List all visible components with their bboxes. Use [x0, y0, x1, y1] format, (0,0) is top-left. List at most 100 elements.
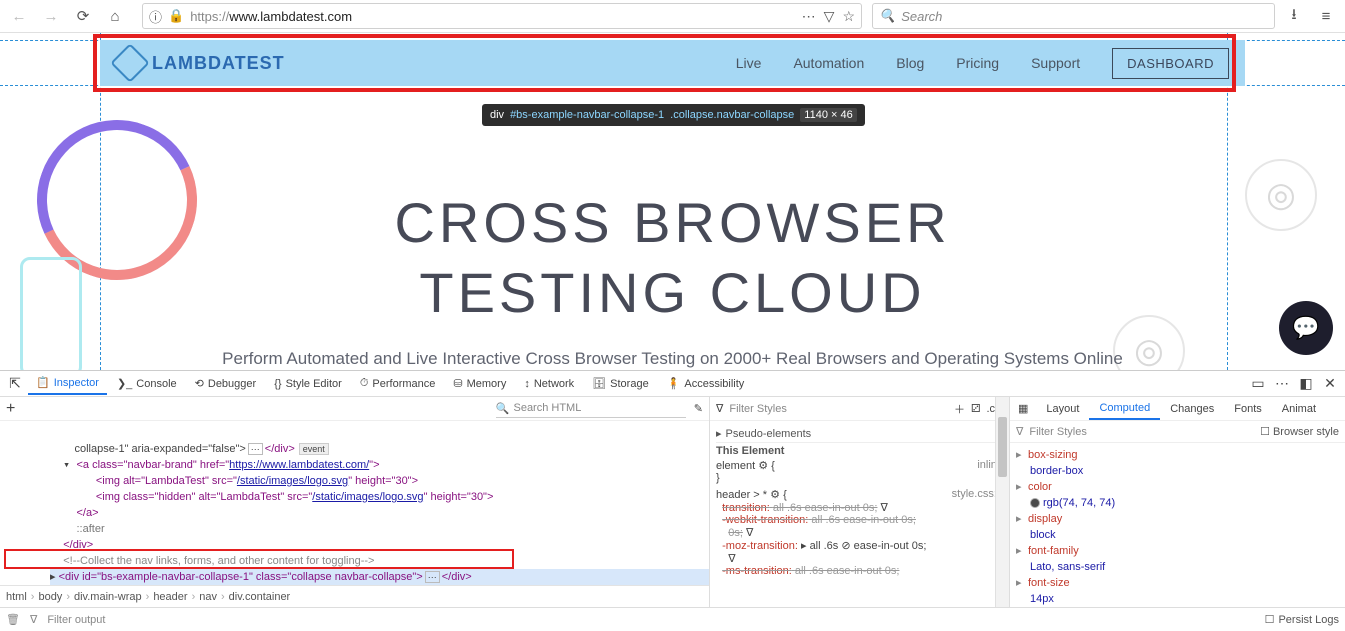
devtools-options-button[interactable]: ⋯: [1271, 375, 1293, 392]
computed-filter-input[interactable]: Filter Styles: [1029, 426, 1254, 438]
url-text: https://www.lambdatest.com: [190, 9, 795, 24]
computed-panel: ▦ Layout Computed Changes Fonts Animat ∇…: [1010, 397, 1345, 607]
filter-icon: ∇: [1016, 425, 1023, 438]
color-swatch-icon: [1030, 498, 1040, 508]
nav-link-support[interactable]: Support: [1031, 55, 1080, 71]
nav-link-pricing[interactable]: Pricing: [956, 55, 999, 71]
logo-text: LAMBDATEST: [152, 53, 285, 74]
hero-subtitle: Perform Automated and Live Interactive C…: [0, 349, 1345, 369]
tooltip-tag: div: [490, 109, 504, 121]
nav-link-blog[interactable]: Blog: [896, 55, 924, 71]
persist-logs-checkbox[interactable]: ☐ Persist Logs: [1265, 613, 1339, 626]
add-element-button[interactable]: +: [6, 400, 15, 418]
tab-storage[interactable]: 🗄 Storage: [584, 373, 657, 394]
crumb-container[interactable]: div.container: [229, 591, 291, 603]
search-placeholder: Search: [901, 9, 942, 24]
inspector-tooltip: div #bs-example-navbar-collapse-1 .collaps…: [482, 104, 865, 126]
crumb-html[interactable]: html: [6, 591, 27, 603]
browser-search-bar[interactable]: 🔍 Search: [872, 3, 1275, 29]
crumb-header[interactable]: header: [153, 591, 187, 603]
computed-filter-row: ∇ Filter Styles ☐ Browser style: [1010, 421, 1345, 443]
filter-icon: ∇: [716, 402, 723, 415]
crumb-nav[interactable]: nav: [199, 591, 217, 603]
downloads-button[interactable]: ⭳: [1281, 3, 1307, 29]
tab-style-editor[interactable]: {} Style Editor: [266, 374, 350, 394]
dom-panel: + 🔍 Search HTML ✎ collapse-1" aria-expan…: [0, 397, 710, 607]
nav-link-automation[interactable]: Automation: [793, 55, 864, 71]
search-html-input[interactable]: 🔍 Search HTML: [496, 400, 686, 418]
styles-scrollbar[interactable]: [995, 397, 1009, 607]
tooltip-class: .collapse.navbar-collapse: [670, 109, 794, 121]
responsive-mode-button[interactable]: ▭: [1247, 375, 1269, 392]
lock-icon: 🔒: [168, 8, 184, 24]
devtools-footer: 🗑 ∇ Filter output ☐ Persist Logs: [0, 607, 1345, 631]
computed-list[interactable]: ▸box-sizing border-box ▸color rgb(74, 74…: [1010, 443, 1345, 607]
this-element-header: This Element: [716, 443, 1003, 459]
dom-line: collapse-1" aria-expanded="false">⋯</div…: [50, 443, 329, 455]
breadcrumb[interactable]: html› body› div.main-wrap› header› nav› …: [0, 585, 709, 607]
tooltip-dimensions: 1140 × 46: [800, 108, 856, 122]
page-viewport: LAMBDATEST Live Automation Blog Pricing …: [0, 33, 1345, 370]
crumb-main-wrap[interactable]: div.main-wrap: [74, 591, 142, 603]
url-bar[interactable]: ⓘ 🔒 https://www.lambdatest.com ⋯ ▽ ☆: [142, 3, 862, 29]
search-html-placeholder: Search HTML: [513, 402, 581, 414]
dom-toolbar: + 🔍 Search HTML ✎: [0, 397, 709, 421]
devtools-body: + 🔍 Search HTML ✎ collapse-1" aria-expan…: [0, 397, 1345, 607]
tab-inspector[interactable]: 📋 Inspector: [28, 372, 107, 395]
tab-performance[interactable]: ⏱ Performance: [352, 373, 444, 394]
filter-icon: ∇: [30, 613, 37, 626]
info-icon: ⓘ: [149, 7, 162, 26]
rule-stylecss: header > * ⚙ {style.css:1 transition: al…: [716, 488, 1003, 577]
tab-changes[interactable]: Changes: [1160, 399, 1224, 419]
logo-mark-icon: [110, 43, 150, 83]
pseudo-elements-row[interactable]: ▸ Pseudo-elements: [716, 425, 1003, 443]
back-button[interactable]: ←: [6, 3, 32, 29]
reload-button[interactable]: ⟳: [70, 3, 96, 29]
tooltip-id: #bs-example-navbar-collapse-1: [510, 109, 664, 121]
pick-element-button[interactable]: ⇱: [4, 375, 26, 392]
hover-toggle[interactable]: ⚂: [971, 402, 981, 415]
more-icon[interactable]: ⋯: [802, 8, 816, 25]
tab-fonts[interactable]: Fonts: [1224, 399, 1272, 419]
browser-chrome: ← → ⟳ ⌂ ⓘ 🔒 https://www.lambdatest.com ⋯…: [0, 0, 1345, 33]
hero-title-line2: TESTING CLOUD: [419, 261, 925, 324]
tab-layout[interactable]: Layout: [1036, 399, 1089, 419]
tab-accessibility[interactable]: 🧍 Accessibility: [659, 373, 753, 394]
forward-button[interactable]: →: [38, 3, 64, 29]
crumb-body[interactable]: body: [38, 591, 62, 603]
dock-side-button[interactable]: ◧: [1295, 375, 1317, 392]
dom-selected-line: ▸ <div id="bs-example-navbar-collapse-1"…: [50, 569, 709, 585]
styles-filter-input[interactable]: Filter Styles: [729, 403, 948, 415]
styles-panel: ∇ Filter Styles ＋ ⚂ .cls ▸ Pseudo-elemen…: [710, 397, 1010, 607]
styles-toolbar: ∇ Filter Styles ＋ ⚂ .cls: [710, 397, 1009, 421]
nav-links: Live Automation Blog Pricing Support DAS…: [736, 48, 1229, 79]
rule-inline: element ⚙ {inline}: [716, 459, 1003, 484]
box-model-icon[interactable]: ▦: [1010, 398, 1036, 419]
add-rule-button[interactable]: ＋: [954, 401, 965, 417]
tab-console[interactable]: ❯_ Console: [109, 373, 185, 394]
nav-link-live[interactable]: Live: [736, 55, 762, 71]
styles-body[interactable]: ▸ Pseudo-elements This Element element ⚙…: [710, 421, 1009, 607]
tab-animations[interactable]: Animat: [1272, 399, 1326, 419]
tab-debugger[interactable]: ⟲ Debugger: [187, 373, 265, 394]
dom-tree[interactable]: collapse-1" aria-expanded="false">⋯</div…: [0, 421, 709, 585]
tab-memory[interactable]: ⛁ Memory: [445, 373, 514, 394]
devtools-close-button[interactable]: ✕: [1319, 375, 1341, 392]
menu-button[interactable]: ≡: [1313, 3, 1339, 29]
dashboard-button[interactable]: DASHBOARD: [1112, 48, 1229, 79]
clear-console-button[interactable]: 🗑: [6, 613, 20, 626]
reader-icon[interactable]: ▽: [824, 8, 835, 25]
tab-computed[interactable]: Computed: [1089, 398, 1160, 420]
home-button[interactable]: ⌂: [102, 3, 128, 29]
devtools-tabs: ⇱ 📋 Inspector ❯_ Console ⟲ Debugger {} S…: [0, 371, 1345, 397]
tab-network[interactable]: ↕ Network: [516, 374, 582, 394]
search-icon: 🔍: [879, 8, 895, 24]
site-logo[interactable]: LAMBDATEST: [116, 49, 285, 77]
star-icon[interactable]: ☆: [842, 8, 855, 25]
site-navbar: LAMBDATEST Live Automation Blog Pricing …: [100, 40, 1245, 86]
hero-title-line1: CROSS BROWSER: [394, 191, 950, 254]
browser-styles-checkbox[interactable]: ☐ Browser style: [1260, 425, 1339, 438]
eyedropper-button[interactable]: ✎: [694, 402, 703, 415]
filter-output-input[interactable]: Filter output: [47, 614, 105, 626]
devtools: ⇱ 📋 Inspector ❯_ Console ⟲ Debugger {} S…: [0, 370, 1345, 631]
